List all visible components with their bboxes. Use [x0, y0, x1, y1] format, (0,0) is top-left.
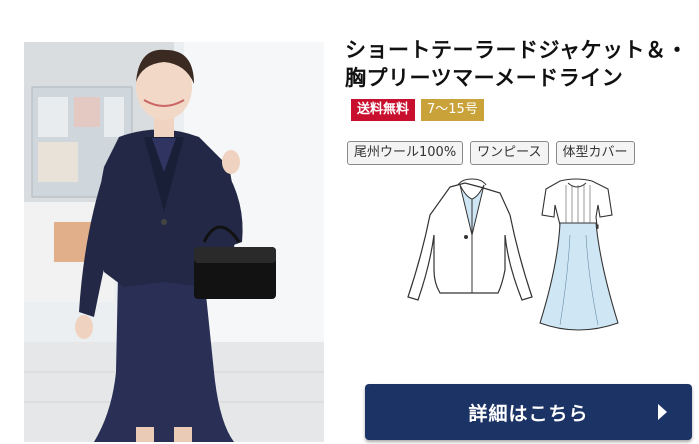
garment-drawings: [400, 175, 640, 340]
tag-body-cover: 体型カバー: [555, 141, 635, 165]
product-photo: [24, 42, 324, 442]
feature-tag-row: 尾州ウール100% ワンピース 体型カバー: [347, 141, 635, 165]
size-range-badge: 7～15号: [421, 99, 484, 121]
badge-row: 送料無料 7～15号: [351, 99, 484, 121]
free-shipping-badge: 送料無料: [351, 99, 416, 121]
details-button-label: 詳細はこちら: [468, 402, 589, 425]
dress-sketch-icon: [539, 178, 619, 331]
product-title-line1: ショートテーラードジャケット＆・: [345, 38, 688, 62]
details-button[interactable]: 詳細はこちら: [365, 384, 692, 440]
tag-wool: 尾州ウール100%: [347, 141, 464, 165]
chevron-right-icon: [658, 404, 667, 420]
tag-onepiece: ワンピース: [470, 141, 549, 165]
product-title-line2: 胸プリーツマーメードライン: [345, 66, 624, 90]
jacket-sketch-icon: [407, 178, 533, 301]
product-title: ショートテーラードジャケット＆・ 胸プリーツマーメードライン: [345, 36, 699, 92]
